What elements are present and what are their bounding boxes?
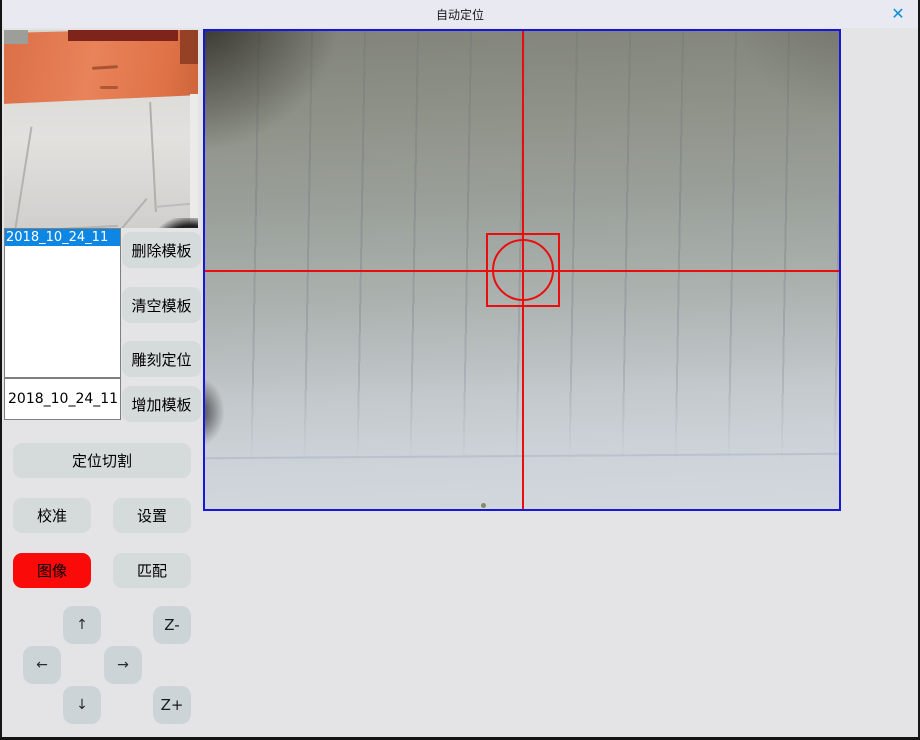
engrave-position-button[interactable]: 雕刻定位 [122,341,201,377]
thumbnail-beam-dark-end [180,30,198,64]
thumbnail-dark-object [152,218,198,228]
target-circle [492,239,554,301]
template-list[interactable]: 2018_10_24_11 [4,228,121,378]
template-list-item[interactable]: 2018_10_24_11 [5,229,120,246]
camera-spot [481,503,486,508]
auto-position-window: 自动定位 ✕ 2018_10_24_11 删除模板 清空模板 雕刻定位 增加模板… [0,0,920,740]
thumbnail-tile-grout [98,198,147,228]
settings-button[interactable]: 设置 [113,498,191,533]
thumbnail-tile-grout [10,127,33,228]
jog-left-button[interactable]: ← [23,646,61,684]
delete-template-button[interactable]: 删除模板 [122,232,201,268]
clear-templates-button[interactable]: 清空模板 [122,287,201,323]
camera-thumbnail [4,30,198,228]
jog-up-button[interactable]: ↑ [63,606,101,644]
camera-view[interactable] [203,29,841,511]
thumbnail-tile-grout [149,102,157,212]
z-minus-button[interactable]: Z- [153,606,191,644]
thumbnail-gray-patch [4,30,28,44]
z-plus-button[interactable]: Z+ [153,686,191,724]
camera-edge-shadow [203,377,225,447]
thumbnail-dark-red-patch [68,30,178,41]
position-cut-button[interactable]: 定位切割 [13,443,191,478]
thumbnail-light-band [190,94,198,228]
match-button[interactable]: 匹配 [113,553,191,588]
title-bar: 自动定位 ✕ [2,0,918,28]
window-title: 自动定位 [436,6,484,23]
jog-down-button[interactable]: ↓ [63,686,101,724]
template-name-input[interactable] [4,378,121,420]
close-icon[interactable]: ✕ [888,4,908,24]
calibrate-button[interactable]: 校准 [13,498,91,533]
thumbnail-beam-mark [100,86,118,89]
image-button[interactable]: 图像 [13,553,91,588]
jog-right-button[interactable]: → [104,646,142,684]
add-template-button[interactable]: 增加模板 [122,386,201,422]
